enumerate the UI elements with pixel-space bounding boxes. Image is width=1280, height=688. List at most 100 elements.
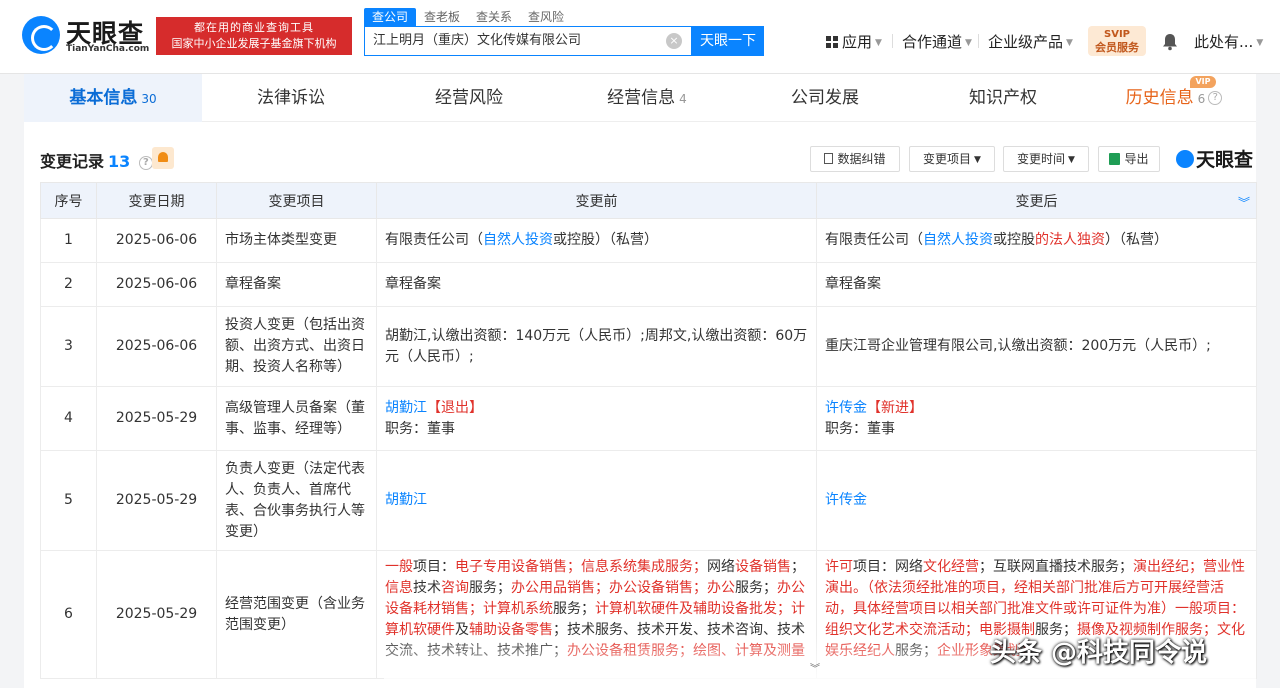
cell-no: 2 [40,262,97,307]
change-time-filter[interactable]: 变更时间 ▼ [1003,146,1089,172]
cell-no: 5 [40,450,97,551]
change-record-table: 序号 变更日期 变更项目 变更前 变更后 1 2025-06-06 市场主体类型… [40,182,1257,679]
tab-litigation[interactable]: 法律诉讼 [202,74,380,122]
tab-intellectual-property[interactable]: 知识产权 [914,74,1092,122]
cell-item: 高级管理人员备案（董事、监事、经理等） [216,386,377,451]
search-input[interactable]: 江上明月（重庆）文化传媒有限公司 [364,26,692,56]
expand-icon[interactable]: ︾ [1238,194,1250,211]
cell-date: 2025-06-06 [96,306,217,387]
highlight-link[interactable]: 自然人投资 [923,232,993,248]
person-link[interactable]: 许传金 [825,492,867,508]
cell-item: 投资人变更（包括出资额、出资方式、出资日期、投资人名称等） [216,306,377,387]
logo-subtext: TianYanCha.com [66,44,150,54]
changed-text: 办公用品销售；办公设备销售；办公 [511,580,735,596]
text: ）（私营） [1105,232,1168,248]
text: 或控股）（私营） [553,232,658,248]
text: 服务； [469,580,511,596]
text: ； [791,559,805,575]
changed-text: 设备销售 [735,559,791,575]
chevron-down-icon: ▼ [974,154,981,165]
changed-text: 许可 [825,559,853,575]
alarm-icon[interactable] [152,147,174,169]
table-row: 1 2025-06-06 市场主体类型变更 有限责任公司（自然人投资或控股）（私… [40,218,1257,263]
cell-date: 2025-06-06 [96,262,217,307]
nav-cooperation[interactable]: 合作通道 ▼ [902,31,972,52]
person-link[interactable]: 胡勤江 [385,492,427,508]
nav-enterprise-products[interactable]: 企业级产品 ▼ [988,31,1073,52]
nav-apps[interactable]: 应用 ▼ [826,31,882,52]
cell-after: 许传金【新进】 职务：董事 [816,386,1257,451]
data-correction-label: 数据纠错 [837,152,886,166]
help-icon[interactable]: ? [138,155,153,170]
table-row: 4 2025-05-29 高级管理人员备案（董事、监事、经理等） 胡勤江【退出】… [40,386,1257,451]
user-menu[interactable]: 此处有... ▼ [1194,31,1263,52]
search-tab-company[interactable]: 查公司 [364,8,417,26]
export-button[interactable]: 导出 [1098,146,1160,172]
tab-count: 30 [141,92,157,106]
person-link[interactable]: 胡勤江 [385,400,427,416]
table-header-row: 序号 变更日期 变更项目 变更前 变更后 [40,182,1257,219]
cell-no: 3 [40,306,97,387]
section-count: 13 [108,152,131,171]
text: 服务； [735,580,777,596]
highlight-link[interactable]: 自然人投资 [483,232,553,248]
search-tab-risk[interactable]: 查风险 [520,8,572,26]
text: 项目： [413,559,455,575]
text: 或控股 [993,232,1035,248]
changed-text: 电子专用设备销售；信息系统集成服务； [455,559,707,575]
cell-date: 2025-05-29 [96,450,217,551]
cell-date: 2025-06-06 [96,218,217,263]
cell-no: 4 [40,386,97,451]
col-header-before: 变更前 [376,182,817,219]
tab-history-info[interactable]: 历史信息 6? [1092,74,1256,122]
tab-count: 6 [1197,92,1206,106]
company-detail-panel: 基本信息 30 法律诉讼 经营风险 经营信息 4 公司发展 知识产权 历史信息 6? … [24,74,1257,688]
cell-date: 2025-05-29 [96,550,217,679]
cell-no: 6 [40,550,97,679]
search-type-tabs: 查公司 查老板 查关系 查风险 [364,8,572,26]
tianyancha-brand: 天眼查 [1176,145,1253,172]
svip-button[interactable]: SVIP 会员服务 [1088,26,1146,56]
tab-basic-info[interactable]: 基本信息 30 [24,74,202,122]
role-text: 职务：董事 [825,420,895,437]
clear-icon[interactable]: × [666,33,682,49]
text: 技术 [413,580,441,596]
nav-apps-label: 应用 [842,33,873,51]
col-header-after: 变更后 [816,182,1257,219]
section-title: 变更记录 13 ? [40,148,153,172]
person-link[interactable]: 许传金 [825,400,867,416]
chevron-down-icon: ▼ [1256,37,1264,48]
watermark: 头条 @科技同令说 [990,638,1208,668]
search-tab-boss[interactable]: 查老板 [416,8,468,26]
tab-label: 知识产权 [969,88,1037,108]
cell-before: 胡勤江 [376,450,817,551]
status-tag: 【新进】 [867,399,923,416]
change-item-filter[interactable]: 变更项目 ▼ [909,146,995,172]
search-button[interactable]: 天眼一下 [692,26,764,56]
export-label: 导出 [1124,152,1149,166]
cell-after: 有限责任公司（自然人投资或控股的法人独资）（私营） [816,218,1257,263]
tab-label: 经营风险 [435,88,503,108]
tab-company-development[interactable]: 公司发展 [736,74,914,122]
nav-cooperation-label: 合作通道 [902,33,963,51]
status-tag: 【退出】 [427,399,483,416]
cell-item: 市场主体类型变更 [216,218,377,263]
tab-operating-risk[interactable]: 经营风险 [380,74,558,122]
vip-badge: VIP [1190,76,1216,88]
bell-icon[interactable] [1162,33,1178,51]
tianyancha-logo[interactable]: 天眼查 TianYanCha.com [22,14,152,58]
search-tab-relation[interactable]: 查关系 [468,8,520,26]
grid-icon [826,36,838,48]
cell-before: 胡勤江【退出】 职务：董事 [376,386,817,451]
chevron-down-icon[interactable]: ︾ [810,660,820,675]
banner-line-2: 国家中小企业发展子基金旗下机构 [171,37,337,50]
change-item-label: 变更项目 [923,152,972,166]
tab-count: 4 [679,92,687,106]
text: 有限责任公司（ [385,232,483,248]
table-row: 5 2025-05-29 负责人变更（法定代表人、负责人、首席代表、合伙事务执行… [40,450,1257,551]
text: 服务； [553,601,595,617]
col-header-no: 序号 [40,182,97,219]
data-correction-button[interactable]: 数据纠错 [810,146,900,172]
chevron-down-icon: ▼ [1066,37,1073,48]
tab-operating-info[interactable]: 经营信息 4 [558,74,736,122]
